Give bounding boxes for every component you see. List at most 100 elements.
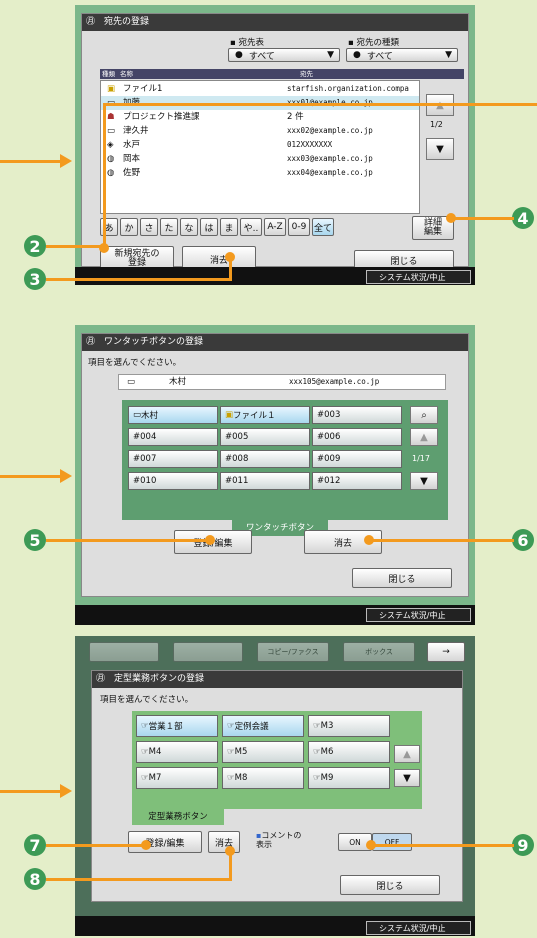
routine-button[interactable]: ☞ M4 — [136, 741, 218, 763]
ifax-icon: ◍ — [107, 168, 115, 178]
mail-icon: ▭ — [133, 410, 142, 420]
addrbook-dropdown[interactable]: ● すべて ▼ — [228, 48, 340, 62]
kana-button[interactable]: か — [120, 218, 138, 236]
routine-button[interactable]: ☞ M3 — [308, 715, 390, 737]
mode-icon: ㊊ — [86, 337, 96, 347]
routine-button[interactable]: ☞ M8 — [222, 767, 304, 789]
dialog-title-bar: ㊊ 宛先の登録 — [82, 14, 468, 31]
kana-button[interactable]: た — [160, 218, 178, 236]
address-register-dialog: ㊊ 宛先の登録 ▪ 宛先表 ● すべて ▼ ▪ 宛先の種類 ● すべて ▼ 種類 名… — [81, 13, 469, 272]
scroll-down-button[interactable]: ▼ — [426, 138, 454, 160]
top-tab-bar: コピー/ファクス ボックス → — [79, 642, 471, 664]
one-touch-button[interactable]: #004 — [128, 428, 218, 446]
list-item[interactable]: ◈ 水戸 012XXXXXXX — [101, 138, 419, 152]
pointer-arrow — [0, 160, 66, 163]
pointer-arrow — [0, 475, 66, 478]
tab-box[interactable]: ボックス — [343, 642, 415, 662]
one-touch-button[interactable]: #008 — [220, 450, 310, 468]
system-status-button[interactable]: システム状況/中止 — [366, 921, 471, 935]
close-button[interactable]: 閉じる — [340, 875, 440, 895]
search-button[interactable]: ⌕ — [410, 406, 438, 424]
status-bar: システム状況/中止 — [75, 267, 475, 285]
arrow-right-icon[interactable]: → — [427, 642, 465, 662]
routine-button[interactable]: ☞ 定例会議 — [222, 715, 304, 737]
kana-button[interactable]: さ — [140, 218, 158, 236]
title-text: 宛先の登録 — [104, 17, 150, 27]
system-status-button[interactable]: システム状況/中止 — [366, 270, 471, 284]
screen2-panel: ㊊ ワンタッチボタンの登録 項目を選んでください。 ▭ 木村 xxx105@ex… — [75, 325, 475, 625]
list-item[interactable]: ▣ ファイル1 starfish.organization.compa — [101, 82, 419, 96]
close-button[interactable]: 閉じる — [352, 568, 452, 588]
tab-scan[interactable] — [173, 642, 243, 662]
arrow-head-icon — [60, 784, 72, 798]
kana-button-all[interactable]: 全て — [312, 218, 334, 236]
routine-icon: ☞ — [227, 721, 235, 731]
page-indicator: 1/17 — [412, 454, 430, 463]
routine-button[interactable]: ☞ M6 — [308, 741, 390, 763]
screen1-panel: ㊊ 宛先の登録 ▪ 宛先表 ● すべて ▼ ▪ 宛先の種類 ● すべて ▼ 種類 名… — [75, 5, 475, 285]
callout-5: 5 — [24, 529, 46, 551]
kana-button[interactable]: は — [200, 218, 218, 236]
kana-index-bar: あ か さ た な は ま や.. A-Z 0-9 全て — [100, 218, 334, 236]
arrow-head-icon — [60, 154, 72, 168]
callout-6: 6 — [512, 529, 534, 551]
routine-button[interactable]: ☞ 営業１部 — [136, 715, 218, 737]
title-text: 定型業務ボタンの登録 — [114, 674, 205, 684]
system-status-button[interactable]: システム状況/中止 — [366, 608, 471, 622]
list-item[interactable]: ▭ 津久井 xxx02@example.co.jp — [101, 124, 419, 138]
dialog-title-bar: ㊊ 定型業務ボタンの登録 — [92, 671, 462, 688]
kana-button[interactable]: 0-9 — [288, 218, 310, 236]
folder-icon: ▣ — [107, 84, 116, 94]
one-touch-button[interactable]: #005 — [220, 428, 310, 446]
tab-send-fax[interactable]: コピー/ファクス — [257, 642, 329, 662]
kana-button[interactable]: な — [180, 218, 198, 236]
tab-copy[interactable] — [89, 642, 159, 662]
type-dropdown[interactable]: ● すべて ▼ — [346, 48, 458, 62]
delete-button[interactable]: 消去 — [208, 831, 240, 853]
one-touch-button[interactable]: #003 — [312, 406, 402, 424]
status-bar: システム状況/中止 — [75, 605, 475, 625]
callout-7: 7 — [24, 834, 46, 856]
one-touch-button[interactable]: #006 — [312, 428, 402, 446]
comment-off-button[interactable]: OFF — [372, 833, 412, 851]
mail-icon: ▭ — [107, 126, 116, 136]
routine-button[interactable]: ☞ M9 — [308, 767, 390, 789]
address-list: ▣ファイル1starfish.organization.compa ▭加藤xxx… — [100, 80, 420, 214]
routine-icon: ☞ — [227, 773, 235, 783]
scroll-up-button[interactable]: ▲ — [394, 745, 420, 763]
routine-button[interactable]: ☞ M5 — [222, 741, 304, 763]
routine-button[interactable]: ☞ M7 — [136, 767, 218, 789]
one-touch-button[interactable]: #010 — [128, 472, 218, 490]
one-touch-button[interactable]: ▣ ファイル１ — [220, 406, 310, 424]
list-item[interactable]: ◍ 岡本 xxx03@example.co.jp — [101, 152, 419, 166]
one-touch-button[interactable]: #007 — [128, 450, 218, 468]
fax-icon: ◈ — [107, 140, 114, 150]
scroll-up-button[interactable]: ▲ — [410, 428, 438, 446]
list-item[interactable]: ◍ 佐野 xxx04@example.co.jp — [101, 166, 419, 180]
list-item[interactable]: ☗ プロジェクト推進課 2 件 — [101, 110, 419, 124]
kana-button[interactable]: や.. — [240, 218, 262, 236]
kana-button[interactable]: A-Z — [264, 218, 286, 236]
type-label: ▪ 宛先の種類 — [348, 38, 399, 48]
dialog-title-bar: ㊊ ワンタッチボタンの登録 — [82, 334, 468, 351]
one-touch-button[interactable]: #012 — [312, 472, 402, 490]
register-edit-button[interactable]: 登録/編集 — [128, 831, 202, 853]
scroll-down-button[interactable]: ▼ — [394, 769, 420, 787]
addrbook-label: ▪ 宛先表 — [230, 38, 264, 48]
callout-3: 3 — [24, 268, 46, 290]
routine-icon: ☞ — [141, 721, 149, 731]
one-touch-button[interactable]: ▭ 木村 — [128, 406, 218, 424]
kana-button[interactable]: ま — [220, 218, 238, 236]
selected-entry: ▭ 木村 xxx105@example.co.jp — [118, 374, 446, 390]
page-indicator: 1/2 — [430, 120, 443, 129]
routine-icon: ☞ — [227, 747, 235, 757]
one-touch-button[interactable]: #011 — [220, 472, 310, 490]
prompt-text: 項目を選んでください。 — [100, 695, 194, 705]
ifax-icon: ◍ — [107, 154, 115, 164]
routine-tab[interactable]: 定型業務ボタン — [132, 809, 224, 825]
routine-icon: ☞ — [313, 721, 321, 731]
screen3-panel: コピー/ファクス ボックス → ㊊ 定型業務ボタンの登録 項目を選んでください。… — [75, 636, 475, 936]
routine-icon: ☞ — [313, 773, 321, 783]
scroll-down-button[interactable]: ▼ — [410, 472, 438, 490]
one-touch-button[interactable]: #009 — [312, 450, 402, 468]
